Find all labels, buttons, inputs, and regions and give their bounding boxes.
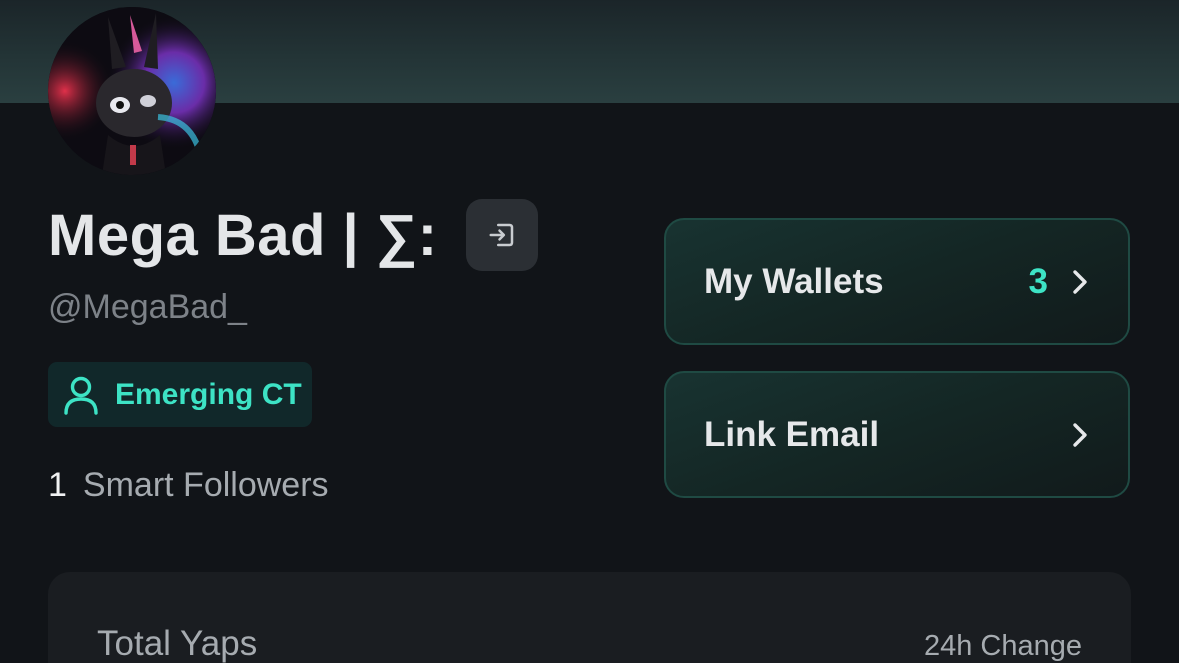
display-name: Mega Bad | ∑: <box>48 202 438 268</box>
smart-followers: 1 Smart Followers <box>48 466 329 505</box>
logout-icon <box>489 223 513 247</box>
my-wallets-label: My Wallets <box>704 261 884 301</box>
my-wallets-button[interactable]: My Wallets 3 <box>664 218 1130 345</box>
profile-page: Mega Bad | ∑: @MegaBad_ Emerging CT 1 Sma… <box>0 0 1179 663</box>
smart-followers-count: 1 <box>48 466 67 504</box>
link-email-label: Link Email <box>704 414 880 454</box>
user-handle: @MegaBad_ <box>48 288 247 326</box>
badge-label: Emerging CT <box>115 377 302 411</box>
name-row: Mega Bad | ∑: <box>48 198 538 272</box>
logout-button[interactable] <box>465 199 538 271</box>
total-yaps-label: Total Yaps <box>97 624 258 663</box>
link-email-button[interactable]: Link Email <box>664 371 1130 498</box>
smart-followers-label: Smart Followers <box>82 466 329 504</box>
avatar[interactable] <box>48 7 216 175</box>
wallets-count: 3 <box>1028 261 1048 301</box>
change-24h-label: 24h Change <box>923 630 1082 662</box>
yaps-stats-panel: Total Yaps 24h Change <box>48 572 1131 663</box>
chevron-right-icon <box>1070 420 1090 450</box>
user-icon <box>64 376 98 415</box>
status-badge: Emerging CT <box>48 362 312 427</box>
chevron-right-icon <box>1070 267 1090 297</box>
avatar-image <box>48 7 216 175</box>
